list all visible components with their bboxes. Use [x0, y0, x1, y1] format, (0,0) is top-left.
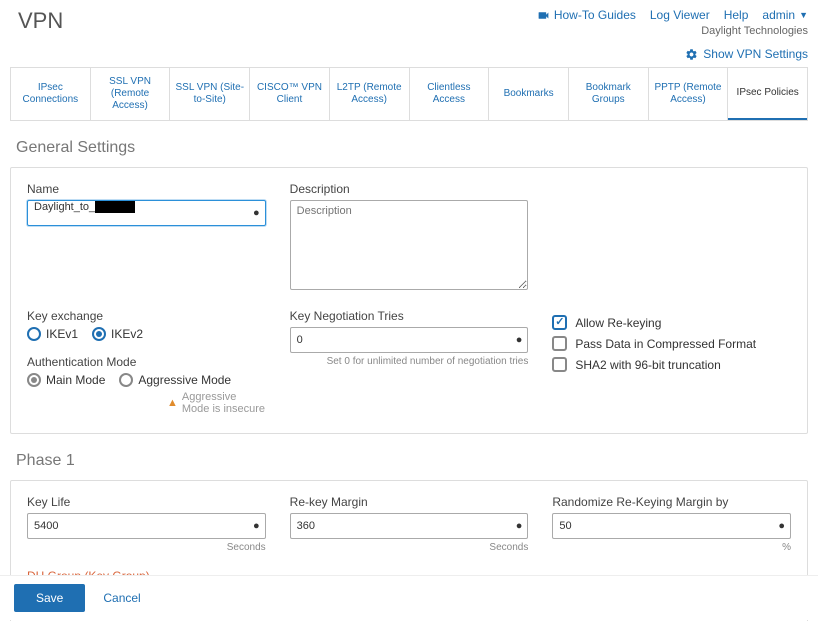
- tabs-bar: IPsec ConnectionsSSL VPN (Remote Access)…: [10, 67, 808, 121]
- help-link[interactable]: Help: [724, 8, 749, 22]
- company-name: Daylight Technologies: [537, 25, 808, 37]
- general-settings-title: General Settings: [16, 139, 808, 157]
- tab-cisco-vpn-client[interactable]: CISCO™ VPN Client: [250, 68, 330, 120]
- log-viewer-link[interactable]: Log Viewer: [650, 8, 710, 22]
- keylife-label: Key Life: [27, 495, 266, 509]
- admin-label: admin: [762, 8, 795, 22]
- randomize-unit: %: [552, 542, 791, 553]
- rekey-margin-label: Re-key Margin: [290, 495, 529, 509]
- aggressive-mode-radio[interactable]: Aggressive Mode: [119, 373, 231, 387]
- save-button[interactable]: Save: [14, 584, 85, 612]
- aggressive-mode-label: Aggressive Mode: [138, 373, 231, 387]
- randomize-input[interactable]: [552, 513, 791, 539]
- aggressive-warning-text: Aggressive Mode is insecure: [182, 391, 266, 415]
- sha2-96-label: SHA2 with 96-bit truncation: [575, 358, 720, 372]
- tab-pptp-remote-access-[interactable]: PPTP (Remote Access): [649, 68, 729, 120]
- chevron-down-icon: ▼: [799, 10, 808, 20]
- ikev2-radio[interactable]: IKEv2: [92, 327, 143, 341]
- name-input[interactable]: Daylight_to_: [27, 200, 266, 226]
- ikev2-label: IKEv2: [111, 327, 143, 341]
- checkbox-icon: [552, 315, 567, 330]
- randomize-label: Randomize Re-Keying Margin by: [552, 495, 791, 509]
- ikev1-radio[interactable]: IKEv1: [27, 327, 78, 341]
- warning-triangle-icon: ▲: [167, 397, 178, 409]
- main-mode-radio[interactable]: Main Mode: [27, 373, 105, 387]
- tab-ssl-vpn-remote-access-[interactable]: SSL VPN (Remote Access): [91, 68, 171, 120]
- keylife-unit: Seconds: [27, 542, 266, 553]
- key-neg-tries-hint: Set 0 for unlimited number of negotiatio…: [290, 356, 529, 367]
- cancel-button[interactable]: Cancel: [103, 591, 140, 605]
- howto-guides-label: How-To Guides: [554, 8, 636, 22]
- phase1-title: Phase 1: [16, 452, 808, 470]
- tab-ssl-vpn-site-to-site-[interactable]: SSL VPN (Site-to-Site): [170, 68, 250, 120]
- keylife-input[interactable]: [27, 513, 266, 539]
- tab-ipsec-connections[interactable]: IPsec Connections: [11, 68, 91, 120]
- show-vpn-settings-label: Show VPN Settings: [703, 47, 808, 61]
- main-mode-label: Main Mode: [46, 373, 105, 387]
- gear-icon: [685, 48, 698, 61]
- tab-ipsec-policies[interactable]: IPsec Policies: [728, 68, 807, 120]
- checkbox-icon: [552, 336, 567, 351]
- show-vpn-settings-button[interactable]: Show VPN Settings: [0, 41, 818, 67]
- page-title: VPN: [18, 8, 63, 34]
- compressed-format-label: Pass Data in Compressed Format: [575, 337, 756, 351]
- allow-rekeying-checkbox[interactable]: Allow Re-keying: [552, 315, 791, 330]
- redacted-block: [95, 201, 135, 213]
- name-value-prefix: Daylight_to_: [34, 201, 95, 213]
- checkbox-icon: [552, 357, 567, 372]
- video-icon: [537, 9, 550, 22]
- rekey-margin-input[interactable]: [290, 513, 529, 539]
- key-neg-tries-label: Key Negotiation Tries: [290, 309, 529, 323]
- description-label: Description: [290, 182, 529, 196]
- description-input[interactable]: [290, 200, 529, 290]
- tab-clientless-access[interactable]: Clientless Access: [410, 68, 490, 120]
- admin-menu[interactable]: admin ▼: [762, 8, 808, 22]
- ikev1-label: IKEv1: [46, 327, 78, 341]
- allow-rekeying-label: Allow Re-keying: [575, 316, 661, 330]
- tab-bookmarks[interactable]: Bookmarks: [489, 68, 569, 120]
- rekey-margin-unit: Seconds: [290, 542, 529, 553]
- howto-guides-link[interactable]: How-To Guides: [537, 8, 636, 22]
- auth-mode-label: Authentication Mode: [27, 355, 266, 369]
- key-neg-tries-input[interactable]: [290, 327, 529, 353]
- key-exchange-label: Key exchange: [27, 309, 266, 323]
- tab-l2tp-remote-access-[interactable]: L2TP (Remote Access): [330, 68, 410, 120]
- sha2-96-checkbox[interactable]: SHA2 with 96-bit truncation: [552, 357, 791, 372]
- aggressive-mode-warning: ▲ Aggressive Mode is insecure: [167, 391, 266, 415]
- tab-bookmark-groups[interactable]: Bookmark Groups: [569, 68, 649, 120]
- compressed-format-checkbox[interactable]: Pass Data in Compressed Format: [552, 336, 791, 351]
- name-label: Name: [27, 182, 266, 196]
